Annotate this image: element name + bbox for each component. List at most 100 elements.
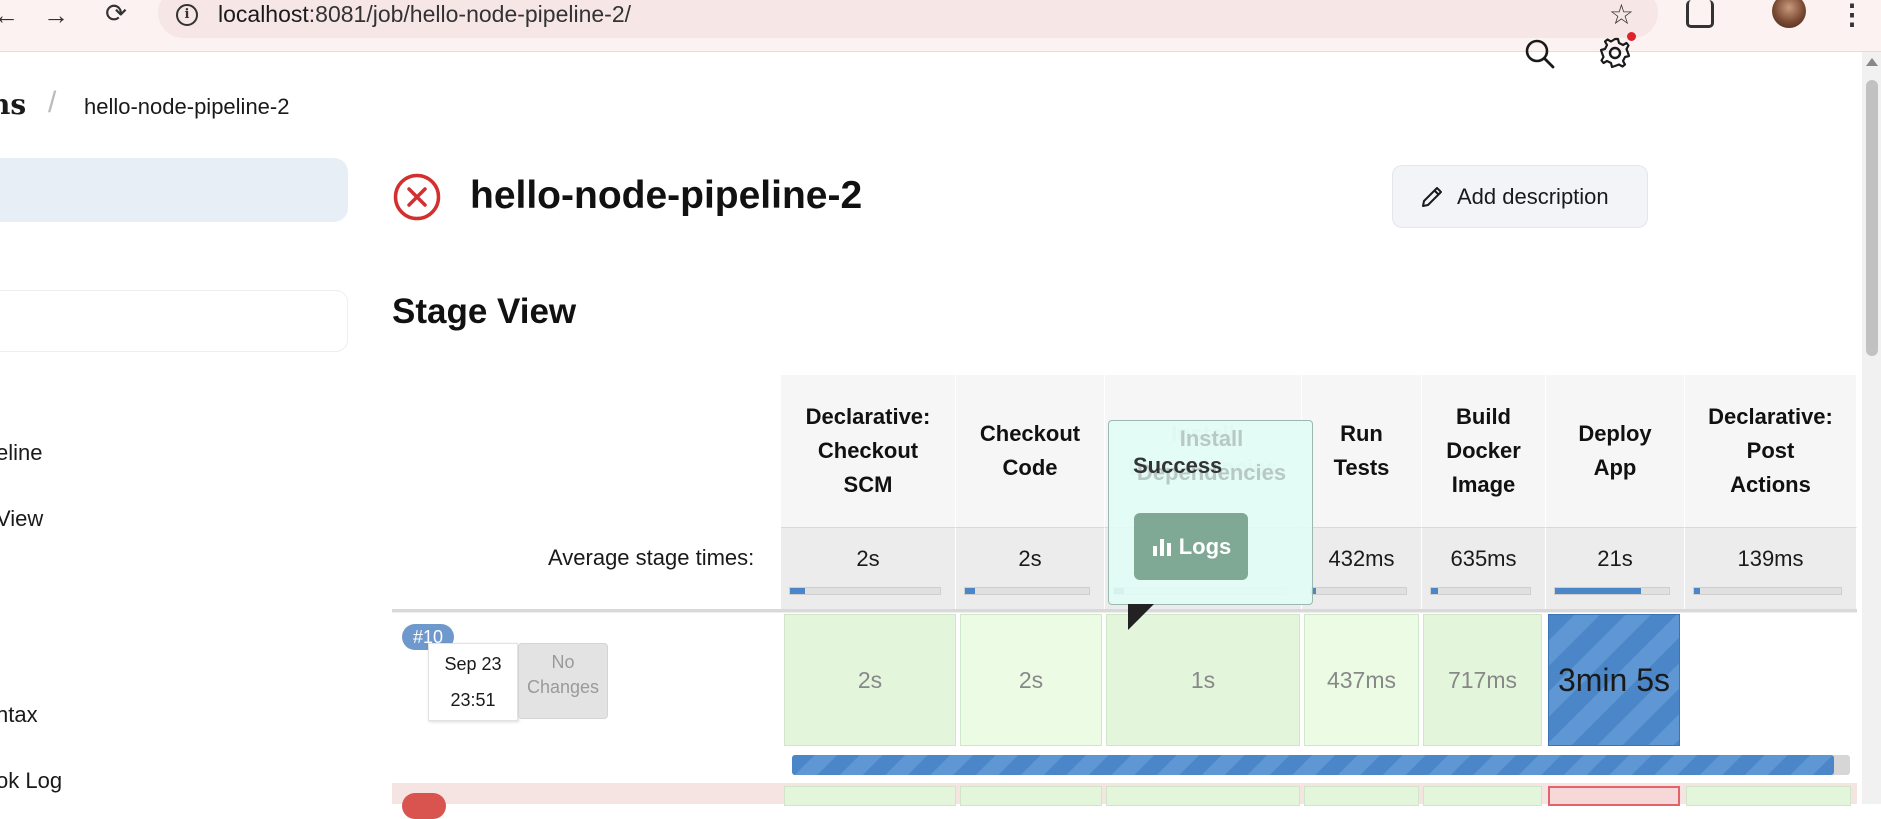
add-description-button[interactable]: Add description (1392, 165, 1648, 228)
stage-header-line: Docker (1446, 438, 1521, 463)
address-url[interactable]: localhost:8081/job/hello-node-pipeline-2… (218, 1, 631, 28)
prev-stage-cell[interactable] (784, 786, 956, 806)
stage-status-popup: Install Dependencies Success Logs (1108, 420, 1313, 605)
sidebar-item-pipeline[interactable]: eline (0, 440, 42, 466)
stage-header-line: Declarative: (1708, 404, 1833, 429)
average-stage-time: 2s (781, 527, 956, 609)
average-stage-time: 635ms (1422, 527, 1546, 609)
notification-dot (1627, 32, 1636, 41)
site-info-icon[interactable]: i (176, 4, 198, 26)
stage-header: Checkout Code (956, 375, 1105, 527)
logs-button-label: Logs (1178, 533, 1232, 559)
stage-cell-duration: 3min 5s (1557, 661, 1671, 698)
average-stage-time-bar (1554, 587, 1670, 595)
prev-stage-cell-failed[interactable] (1548, 786, 1680, 806)
stage-header-line: Declarative: (805, 404, 931, 429)
scroll-thumb[interactable] (1866, 80, 1878, 356)
sidebar-item-syntax[interactable]: ntax (0, 702, 38, 728)
popup-pointer (1128, 604, 1154, 630)
average-stage-time-value: 21s (1597, 546, 1633, 571)
stage-cell[interactable]: 437ms (1304, 614, 1419, 746)
stage-view-title: Stage View (392, 292, 577, 331)
average-stage-time-bar-fill (1555, 588, 1641, 594)
stage-cell[interactable]: 717ms (1423, 614, 1542, 746)
average-stage-time-value: 2s (856, 546, 880, 571)
stage-header: Declarative: Checkout SCM (781, 375, 956, 527)
address-bar[interactable]: i localhost:8081/job/hello-node-pipeline… (158, 0, 1658, 38)
stage-cell-duration: 717ms (1447, 666, 1518, 693)
add-description-label: Add description (1457, 183, 1609, 209)
build-progress-bar (792, 755, 1850, 775)
failed-status-icon (393, 173, 441, 221)
build-date: Sep 23 23:51 (428, 643, 518, 721)
average-stage-time-value: 139ms (1737, 546, 1804, 571)
page-scrollbar[interactable] (1862, 52, 1881, 804)
prev-stage-cell[interactable] (1106, 786, 1300, 806)
average-stage-time-bar (789, 587, 941, 595)
stage-header-line: Code (1002, 455, 1058, 480)
average-stage-time: 139ms (1685, 527, 1857, 609)
sidebar-search-box[interactable] (0, 290, 348, 352)
stage-cell-duration: 437ms (1326, 666, 1397, 693)
stage-header-line: App (1593, 455, 1637, 480)
average-stage-times-label: Average stage times: (548, 545, 755, 570)
build-date-time: 23:51 (450, 690, 496, 710)
stage-header-line: Image (1451, 472, 1516, 497)
stage-header-line: Tests (1333, 455, 1390, 480)
settings-gear-icon[interactable] (1598, 36, 1632, 70)
prev-stage-cell[interactable] (1304, 786, 1419, 806)
scroll-up-arrow-icon[interactable] (1866, 58, 1878, 66)
build-date-day: Sep 23 (444, 654, 502, 674)
logs-button[interactable]: Logs (1134, 513, 1248, 580)
stage-header-line: SCM (843, 472, 893, 497)
stage-header-line: Checkout (979, 421, 1081, 446)
browser-menu-icon[interactable]: ⋮ (1838, 0, 1866, 31)
brand-logo-text[interactable]: ns (0, 88, 26, 121)
stage-cell-running[interactable]: 3min 5s (1548, 614, 1680, 746)
average-stage-time-bar (1693, 587, 1842, 595)
extensions-icon[interactable] (1686, 0, 1714, 28)
prev-stage-cell[interactable] (1423, 786, 1542, 806)
bookmark-star-icon[interactable]: ☆ (1609, 0, 1634, 31)
average-stage-time-bar (1310, 587, 1407, 595)
popup-status-text: Success (1133, 453, 1223, 478)
breadcrumb-job[interactable]: hello-node-pipeline-2 (84, 94, 289, 120)
stage-header-line: Build (1456, 404, 1511, 429)
stage-header: Deploy App (1546, 375, 1685, 527)
stage-cell[interactable]: 2s (960, 614, 1102, 746)
stage-cell-duration: 1s (1190, 666, 1216, 693)
forward-icon[interactable]: → (38, 0, 74, 30)
average-stage-time-value: 2s (1018, 546, 1042, 571)
sidebar-item-view[interactable]: View (0, 506, 43, 532)
prev-stage-cell[interactable] (1686, 786, 1851, 806)
back-icon[interactable]: ← (0, 0, 24, 30)
stage-header: Declarative: Post Actions (1685, 375, 1857, 527)
average-stage-time-bar-fill (1694, 588, 1700, 594)
sidebar-item-log[interactable]: ok Log (0, 768, 62, 794)
prev-stage-cell[interactable] (960, 786, 1102, 806)
stage-cell[interactable]: 2s (784, 614, 956, 746)
sidebar-active-item[interactable] (0, 158, 348, 222)
stage-cell (1686, 614, 1851, 746)
pencil-icon (1422, 186, 1442, 207)
stage-header-line: Deploy (1578, 421, 1652, 446)
average-stage-time: 21s (1546, 527, 1685, 609)
page-title: hello-node-pipeline-2 (470, 174, 863, 217)
stage-header-line: Post (1746, 438, 1795, 463)
stage-cell[interactable]: 1s (1106, 614, 1300, 746)
stage-header-line: Checkout (817, 438, 919, 463)
bar-chart-icon (1152, 538, 1171, 556)
app-header: ns / hello-node-pipeline-2 (0, 52, 1860, 157)
changes-line-1: No (551, 652, 575, 672)
search-icon[interactable] (1524, 38, 1556, 70)
stage-cell-duration: 2s (1018, 666, 1044, 693)
average-stage-time-value: 432ms (1328, 546, 1395, 571)
average-stage-time-bar (1430, 587, 1531, 595)
profile-avatar[interactable] (1772, 0, 1806, 28)
changes-line-2: Changes (526, 677, 600, 697)
reload-icon[interactable]: ⟳ (98, 0, 134, 28)
changes-box: No Changes (518, 643, 608, 719)
average-stage-time-bar (964, 587, 1090, 595)
average-stage-time-value: 635ms (1450, 546, 1517, 571)
previous-build-badge[interactable] (402, 793, 446, 819)
